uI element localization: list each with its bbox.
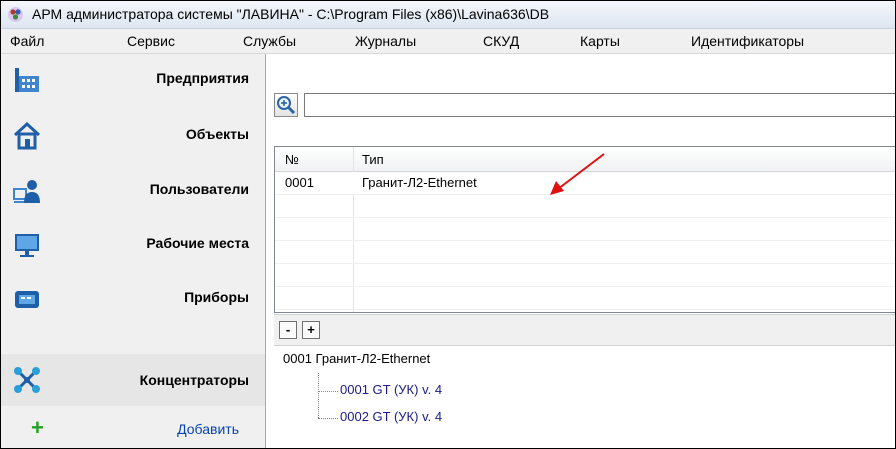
sidebar-item-workplaces[interactable]: Рабочие места (1, 219, 265, 271)
window-title: АРМ администратора системы "ЛАВИНА" - C:… (32, 6, 550, 22)
add-button[interactable]: + Добавить (1, 407, 265, 448)
sidebar-item-enterprises[interactable]: Предприятия (1, 54, 265, 106)
tree-connector (318, 373, 319, 418)
app-logo-icon (8, 7, 23, 22)
tree-child-node[interactable]: 0001 GT (УК) v. 4 (340, 382, 442, 397)
plus-icon: + (31, 415, 44, 440)
row-type: Гранит-Л2-Ethernet (362, 175, 477, 190)
tree-connector (318, 391, 338, 392)
device-tree: 0001 Гранит-Л2-Ethernet 0001 GT (УК) v. … (274, 346, 895, 448)
sidebar-item-label: Предприятия (156, 70, 249, 86)
sidebar-item-concentrators[interactable]: Концентраторы (1, 354, 265, 406)
sidebar-item-label: Объекты (185, 126, 249, 142)
column-header-number[interactable]: № (285, 152, 299, 167)
table-row-empty (275, 195, 895, 218)
menu-file[interactable]: Файл (10, 33, 44, 49)
tree-child-node[interactable]: 0002 GT (УК) v. 4 (340, 409, 442, 424)
sidebar-item-objects[interactable]: Объекты (1, 110, 265, 162)
monitor-icon (15, 234, 39, 257)
device-icon (15, 291, 39, 308)
users-icon (13, 180, 40, 203)
collapse-button[interactable]: - (279, 321, 297, 339)
sidebar-item-users[interactable]: Пользователи (1, 165, 265, 217)
menu-skud[interactable]: СКУД (483, 33, 519, 49)
menu-bar: Файл Сервис Службы Журналы СКУД Карты Ид… (1, 29, 895, 54)
tree-root-node[interactable]: 0001 Гранит-Л2-Ethernet (283, 351, 430, 366)
row-number: 0001 (285, 175, 314, 190)
sidebar-item-devices[interactable]: Приборы (1, 273, 265, 325)
network-hub-icon (14, 367, 40, 393)
tree-connector (318, 418, 338, 419)
expand-button[interactable]: + (302, 321, 320, 339)
sidebar-item-label: Концентраторы (139, 372, 249, 388)
title-bar[interactable]: АРМ администратора системы "ЛАВИНА" - C:… (1, 1, 895, 29)
menu-maps[interactable]: Карты (580, 33, 620, 49)
table-row-empty (275, 218, 895, 241)
sidebar-item-label: Пользователи (149, 181, 249, 197)
app-window: АРМ администратора системы "ЛАВИНА" - C:… (0, 0, 896, 449)
menu-identifiers[interactable]: Идентификаторы (691, 33, 804, 49)
menu-services[interactable]: Службы (243, 33, 296, 49)
building-chart-icon (15, 68, 39, 92)
search-button[interactable] (274, 93, 298, 117)
table-row-empty (275, 241, 895, 264)
sidebar-item-label: Рабочие места (146, 235, 249, 251)
search-input[interactable] (304, 93, 895, 117)
add-button-label: Добавить (177, 421, 239, 437)
magnifier-plus-icon (277, 96, 296, 115)
house-icon (13, 122, 41, 150)
menu-journals[interactable]: Журналы (355, 33, 416, 49)
sidebar-item-label: Приборы (184, 289, 249, 305)
menu-service[interactable]: Сервис (127, 33, 175, 49)
table-row-empty (275, 264, 895, 287)
annotation-arrow-icon (550, 153, 605, 195)
tree-toolbar: - + (274, 314, 895, 346)
column-header-type[interactable]: Тип (362, 152, 384, 167)
sidebar: Предприятия Объекты Пользователи Рабочие… (1, 54, 266, 448)
table-row-empty (275, 287, 895, 310)
